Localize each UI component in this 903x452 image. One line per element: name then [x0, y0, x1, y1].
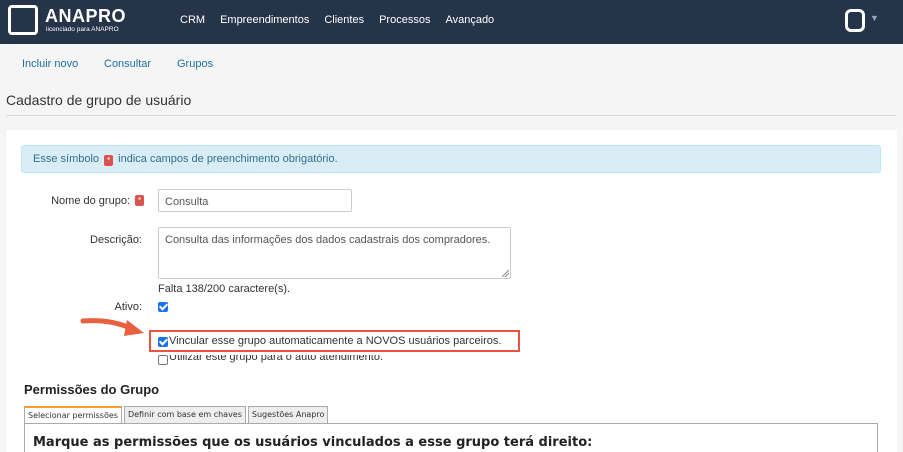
auto-atendimento-checkbox[interactable] [158, 355, 168, 365]
nav-item-processos[interactable]: Processos [379, 14, 430, 26]
consultar-link[interactable]: Consultar [104, 58, 151, 70]
form-panel [6, 130, 897, 452]
pointer-arrow-icon [80, 318, 144, 336]
title-divider [6, 115, 896, 116]
permissions-tabs: Selecionar permissões Definir com base e… [24, 406, 330, 424]
vincular-label: Vincular esse grupo automaticamente a NO… [169, 335, 502, 347]
nav-item-avancado[interactable]: Avançado [445, 14, 494, 26]
nome-grupo-label: Nome do grupo: [51, 195, 130, 207]
permissions-heading: Marque as permissões que os usuários vin… [33, 435, 593, 450]
descricao-label: Descrição: [90, 234, 142, 246]
brand-tagline: licenciado para ANAPRO [46, 26, 119, 33]
user-avatar-icon[interactable] [845, 9, 865, 32]
nav-item-clientes[interactable]: Clientes [324, 14, 364, 26]
nav-item-empreendimentos[interactable]: Empreendimentos [220, 14, 309, 26]
descricao-textarea[interactable]: Consulta das informações dos dados cadas… [158, 227, 511, 279]
nav-item-crm[interactable]: CRM [180, 14, 205, 26]
page-title: Cadastro de grupo de usuário [6, 92, 192, 108]
incluir-novo-link[interactable]: Incluir novo [22, 58, 78, 70]
nome-grupo-input[interactable]: Consulta [158, 189, 352, 212]
tab-definir-chaves[interactable]: Definir com base em chaves [123, 406, 246, 424]
required-marker-icon: * [135, 195, 144, 206]
brand-name[interactable]: ANAPRO [45, 6, 126, 27]
ativo-checkbox[interactable] [158, 302, 168, 312]
grupos-link[interactable]: Grupos [177, 58, 213, 70]
permissoes-title: Permissões do Grupo [24, 382, 160, 397]
resize-handle-icon[interactable] [502, 270, 509, 277]
sub-nav: Incluir novo Consultar Grupos [0, 44, 903, 77]
chevron-down-icon[interactable]: ▼ [870, 13, 879, 23]
anapro-logo-icon[interactable] [8, 5, 38, 35]
tab-sugestoes-anapro[interactable]: Sugestões Anapro [247, 406, 329, 424]
required-info-alert: Esse símbolo * indica campos de preenchi… [21, 145, 881, 173]
descricao-value: Consulta das informações dos dados cadas… [165, 234, 491, 246]
alert-text-before: Esse símbolo [33, 153, 100, 165]
alert-text-after: indica campos de preenchimento obrigatór… [118, 153, 338, 165]
char-counter: Falta 138/200 caractere(s). [158, 283, 291, 295]
tab-selecionar-permissoes[interactable]: Selecionar permissões [24, 406, 122, 424]
vincular-checkbox[interactable] [158, 337, 168, 347]
required-marker-icon: * [104, 155, 114, 166]
top-navbar: ANAPRO licenciado para ANAPRO CRM Empree… [0, 0, 903, 44]
main-nav: CRM Empreendimentos Clientes Processos A… [180, 14, 509, 26]
